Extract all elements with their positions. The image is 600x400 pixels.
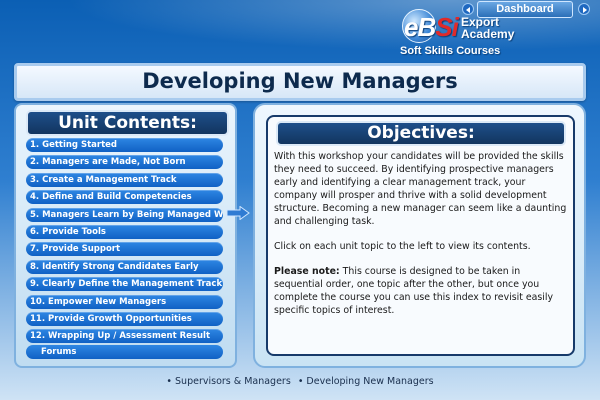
unit-item-8[interactable]: 8. Identify Strong Candidates Early <box>26 259 223 274</box>
objectives-body: With this workshop your candidates will … <box>274 150 570 329</box>
unit-item-2[interactable]: 2. Managers are Made, Not Born <box>26 155 223 170</box>
objectives-paragraph-2: Click on each unit topic to the left to … <box>274 241 531 252</box>
unit-list: 1. Getting Started 2. Managers are Made,… <box>26 138 223 347</box>
breadcrumb-item-1[interactable]: • Supervisors & Managers <box>166 376 290 387</box>
logo-line2: Academy <box>461 27 515 41</box>
logo-subtitle: Soft Skills Courses <box>400 45 501 57</box>
title-bar: Developing New Managers <box>14 63 586 101</box>
unit-item-3[interactable]: 3. Create a Management Track <box>26 172 223 187</box>
breadcrumb: • Supervisors & Managers • Developing Ne… <box>0 376 600 392</box>
unit-item-1[interactable]: 1. Getting Started <box>26 138 223 152</box>
note-label: Please note: <box>274 266 340 277</box>
breadcrumb-item-2[interactable]: • Developing New Managers <box>298 376 434 387</box>
unit-item-5[interactable]: 5. Managers Learn by Being Managed Well <box>26 207 223 222</box>
objectives-note: Please note: This course is designed to … <box>274 265 570 317</box>
objectives-box: Objectives: With this workshop your cand… <box>266 115 575 356</box>
logo: eBSi Export Academy Soft Skills Courses <box>400 6 520 60</box>
unit-item-10[interactable]: 10. Empower New Managers <box>26 294 223 309</box>
unit-item-6[interactable]: 6. Provide Tools <box>26 224 223 239</box>
objectives-paragraph-1: With this workshop your candidates will … <box>274 151 567 227</box>
logo-brand-left: eB <box>404 12 436 42</box>
unit-contents-panel: Unit Contents: 1. Getting Started 2. Man… <box>14 103 237 368</box>
unit-item-7[interactable]: 7. Provide Support <box>26 242 223 257</box>
unit-item-11[interactable]: 11. Provide Growth Opportunities <box>26 311 223 326</box>
objectives-panel: Objectives: With this workshop your cand… <box>253 103 586 368</box>
forums-button[interactable]: Forums <box>26 345 223 359</box>
logo-brand: eBSi <box>404 12 459 43</box>
logo-export-text: Export Academy <box>461 16 514 40</box>
unit-item-4[interactable]: 4. Define and Build Competencies <box>26 190 223 205</box>
unit-item-9[interactable]: 9. Clearly Define the Management Track <box>26 277 223 292</box>
logo-brand-right: Si <box>435 12 459 42</box>
nav-right-icon[interactable] <box>578 3 590 15</box>
unit-contents-heading: Unit Contents: <box>26 110 229 136</box>
objectives-heading: Objectives: <box>276 121 566 146</box>
unit-item-12[interactable]: 12. Wrapping Up / Assessment Result <box>26 329 223 344</box>
arrow-right-icon <box>226 206 250 220</box>
page-title: Developing New Managers <box>142 69 458 93</box>
